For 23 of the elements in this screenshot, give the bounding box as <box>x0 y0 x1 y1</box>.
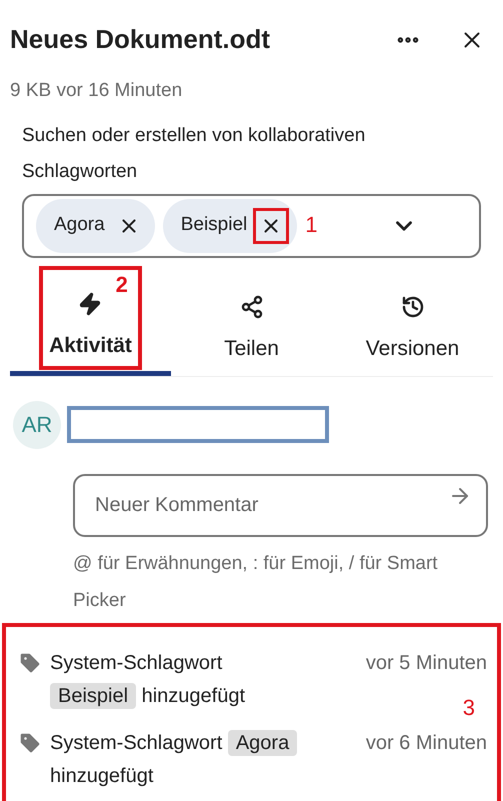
annotation-number: 3 <box>462 696 475 718</box>
activity-time: vor 6 Minuten <box>366 730 487 756</box>
remove-icon[interactable] <box>253 208 290 244</box>
file-meta: 9 KB vor 16 Minuten <box>9 79 184 103</box>
activity-text: System-Schlagwort Agora hinzugefügt <box>50 726 330 792</box>
tag-icon <box>18 730 42 754</box>
share-icon <box>240 294 264 319</box>
annotation-number: 2 <box>116 274 128 296</box>
tag-icon <box>18 650 42 674</box>
comment-hint: @ für Erwähnungen, : für Emoji, / für Smart Picker <box>73 552 439 612</box>
comment-field[interactable]: Neuer Kommentar <box>73 474 488 536</box>
annotation-number: 1 <box>305 214 318 236</box>
tab[interactable]: Teilen <box>171 266 332 376</box>
tags-label: Suchen oder erstellen von kollaborativen Schlagworten <box>21 124 366 184</box>
tab[interactable]: Versionen <box>332 266 493 376</box>
activity-text: System-Schlagwort Beispiel hinzugefügt <box>50 650 246 710</box>
avatar: AR <box>13 400 61 448</box>
bolt-icon <box>78 292 102 316</box>
tags-field[interactable]: Agora Beispiel 1 <box>22 194 481 258</box>
history-icon <box>400 294 424 319</box>
file-title: Neues Dokument.odt <box>10 23 272 56</box>
tag-chip: Agora <box>36 198 155 252</box>
activity-time: vor 5 Minuten <box>366 650 487 676</box>
